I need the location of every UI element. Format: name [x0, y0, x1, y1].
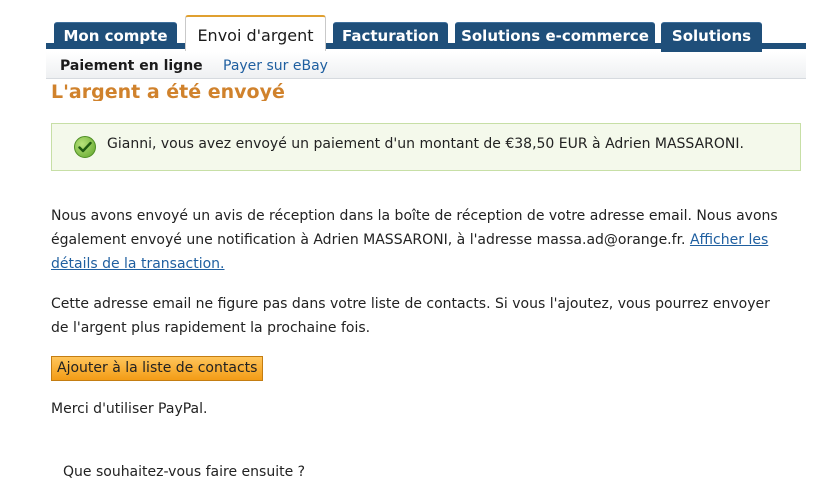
thanks-text: Merci d'utiliser PayPal. [51, 401, 208, 417]
notification-text: Nous avons envoyé un avis de réception d… [51, 208, 778, 248]
main-tab-bar: Mon compte Envoi d'argent Facturation So… [0, 0, 827, 52]
page-title: L'argent a été envoyé [51, 83, 451, 101]
contacts-text: Cette adresse email ne figure pas dans v… [51, 296, 770, 336]
tab-solutions-ebay[interactable]: Solutions eBay [661, 22, 762, 52]
check-icon [74, 136, 96, 158]
tab-mon-compte[interactable]: Mon compte [54, 22, 177, 49]
tab-envoi-argent[interactable]: Envoi d'argent [185, 15, 326, 51]
tab-facturation[interactable]: Facturation [333, 22, 448, 49]
next-step-prompt: Que souhaitez-vous faire ensuite ? [63, 464, 306, 480]
contacts-paragraph: Cette adresse email ne figure pas dans v… [51, 292, 781, 340]
add-to-contacts-button[interactable]: Ajouter à la liste de contacts [51, 356, 264, 381]
sub-navigation: Paiement en ligne Payer sur eBay [46, 52, 806, 79]
subnav-paiement-en-ligne[interactable]: Paiement en ligne [60, 58, 203, 74]
page-title-text: L'argent a été envoyé [51, 83, 285, 101]
subnav-payer-sur-ebay[interactable]: Payer sur eBay [223, 58, 328, 74]
notification-paragraph: Nous avons envoyé un avis de réception d… [51, 204, 781, 276]
tab-solutions-ecommerce[interactable]: Solutions e-commerce [455, 22, 655, 49]
success-message-box: Gianni, vous avez envoyé un paiement d'u… [51, 123, 801, 171]
success-message: Gianni, vous avez envoyé un paiement d'u… [107, 136, 744, 152]
